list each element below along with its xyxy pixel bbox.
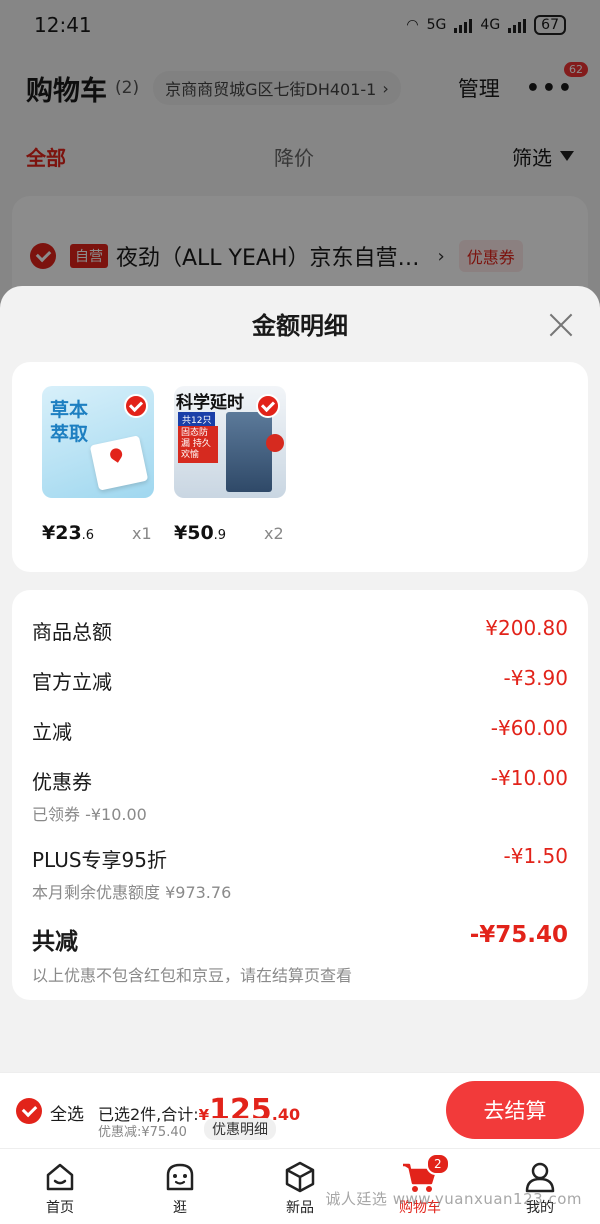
- instant-cut-row: 立减 -¥60.00: [32, 716, 568, 745]
- product-qty: x2: [264, 524, 284, 543]
- tab-mine[interactable]: 我的: [480, 1149, 600, 1224]
- sheet-title: 金额明细: [252, 312, 348, 340]
- product-item[interactable]: 科学延时 共12只 固态防漏 持久欢愉 ¥50.9 x2: [174, 386, 286, 544]
- product-item[interactable]: 草本萃取 ¥23.6 x1: [42, 386, 154, 544]
- plus-value: -¥1.50: [503, 844, 568, 868]
- watermark: 诚人廷选 www.yuanxuan123.com: [325, 1190, 582, 1208]
- official-cut-value: -¥3.90: [503, 666, 568, 690]
- coupon-row: 优惠券 -¥10.00 已领券 -¥10.00: [32, 766, 568, 825]
- select-all-checkbox[interactable]: [16, 1098, 42, 1124]
- plus-row: PLUS专享95折 -¥1.50 本月剩余优惠额度 ¥973.76: [32, 844, 568, 903]
- tab-browse[interactable]: 逛: [120, 1149, 240, 1224]
- total-cut-value: -¥75.40: [469, 922, 568, 948]
- checkmark-icon: [124, 394, 148, 418]
- product-image: 科学延时 共12只 固态防漏 持久欢愉: [174, 386, 286, 498]
- plus-sub: 本月剩余优惠额度 ¥973.76: [32, 883, 232, 902]
- product-image: 草本萃取: [42, 386, 154, 498]
- goods-total-value: ¥200.80: [485, 616, 568, 640]
- checkout-button[interactable]: 去结算: [446, 1081, 584, 1139]
- checkmark-icon: [256, 394, 280, 418]
- product-qty: x1: [132, 524, 152, 543]
- plus-label: PLUS专享95折: [32, 848, 167, 872]
- total-cut-note: 以上优惠不包含红包和京豆，请在结算页查看: [32, 966, 353, 985]
- home-icon: [40, 1157, 80, 1197]
- discount-text: 优惠减:¥75.40: [98, 1125, 187, 1140]
- official-cut-label: 官方立减: [32, 670, 112, 694]
- product-price: ¥50.9: [174, 522, 227, 544]
- official-cut-row: 官方立减 -¥3.90: [32, 666, 568, 695]
- product-price: ¥23.6: [42, 522, 95, 544]
- bottom-tab-bar: 首页 逛 新品 2 购物车 我的: [0, 1148, 600, 1224]
- total-cut-row: 共减 -¥75.40 以上优惠不包含红包和京豆，请在结算页查看: [32, 922, 568, 986]
- amount-detail-card: 商品总额 ¥200.80 官方立减 -¥3.90 立减 -¥60.00 优惠券 …: [12, 590, 588, 1000]
- product-image-text: 草本萃取: [50, 399, 89, 445]
- tab-new[interactable]: 新品: [240, 1149, 360, 1224]
- goods-total-row: 商品总额 ¥200.80: [32, 616, 568, 645]
- coupon-value: -¥10.00: [490, 766, 568, 790]
- tab-new-label: 新品: [286, 1200, 314, 1216]
- cart-badge: 2: [426, 1153, 450, 1175]
- tab-cart[interactable]: 2 购物车: [360, 1149, 480, 1224]
- box-icon: [280, 1157, 320, 1197]
- product-package-graphic: [226, 412, 272, 492]
- product-image-text: 科学延时: [176, 393, 244, 413]
- coupon-sub: 已领券 -¥10.00: [32, 805, 147, 824]
- product-box-graphic: [89, 435, 149, 491]
- instant-cut-label: 立减: [32, 720, 72, 744]
- face-icon: [160, 1157, 200, 1197]
- instant-cut-value: -¥60.00: [490, 716, 568, 740]
- total-amount-dec: .40: [271, 1105, 301, 1124]
- tab-home-label: 首页: [46, 1200, 74, 1216]
- select-all-label[interactable]: 全选: [50, 1100, 84, 1125]
- coupon-label: 优惠券: [32, 770, 92, 794]
- checkout-bar: 全选 已选2件,合计:¥125.40 优惠减:¥75.40 优惠明细 去结算: [0, 1072, 600, 1148]
- tab-home[interactable]: 首页: [0, 1149, 120, 1224]
- close-icon[interactable]: [548, 312, 574, 338]
- selected-products: 草本萃取 ¥23.6 x1 科学延时 共12只 固态防漏 持久欢愉 ¥50.9 …: [12, 362, 588, 572]
- tab-browse-label: 逛: [173, 1200, 187, 1216]
- discount-detail-button[interactable]: 优惠明细: [204, 1118, 276, 1140]
- top-badge-icon: [266, 434, 284, 452]
- product-image-tag: 固态防漏 持久欢愉: [178, 426, 218, 463]
- product-image-tag: 共12只: [178, 412, 216, 427]
